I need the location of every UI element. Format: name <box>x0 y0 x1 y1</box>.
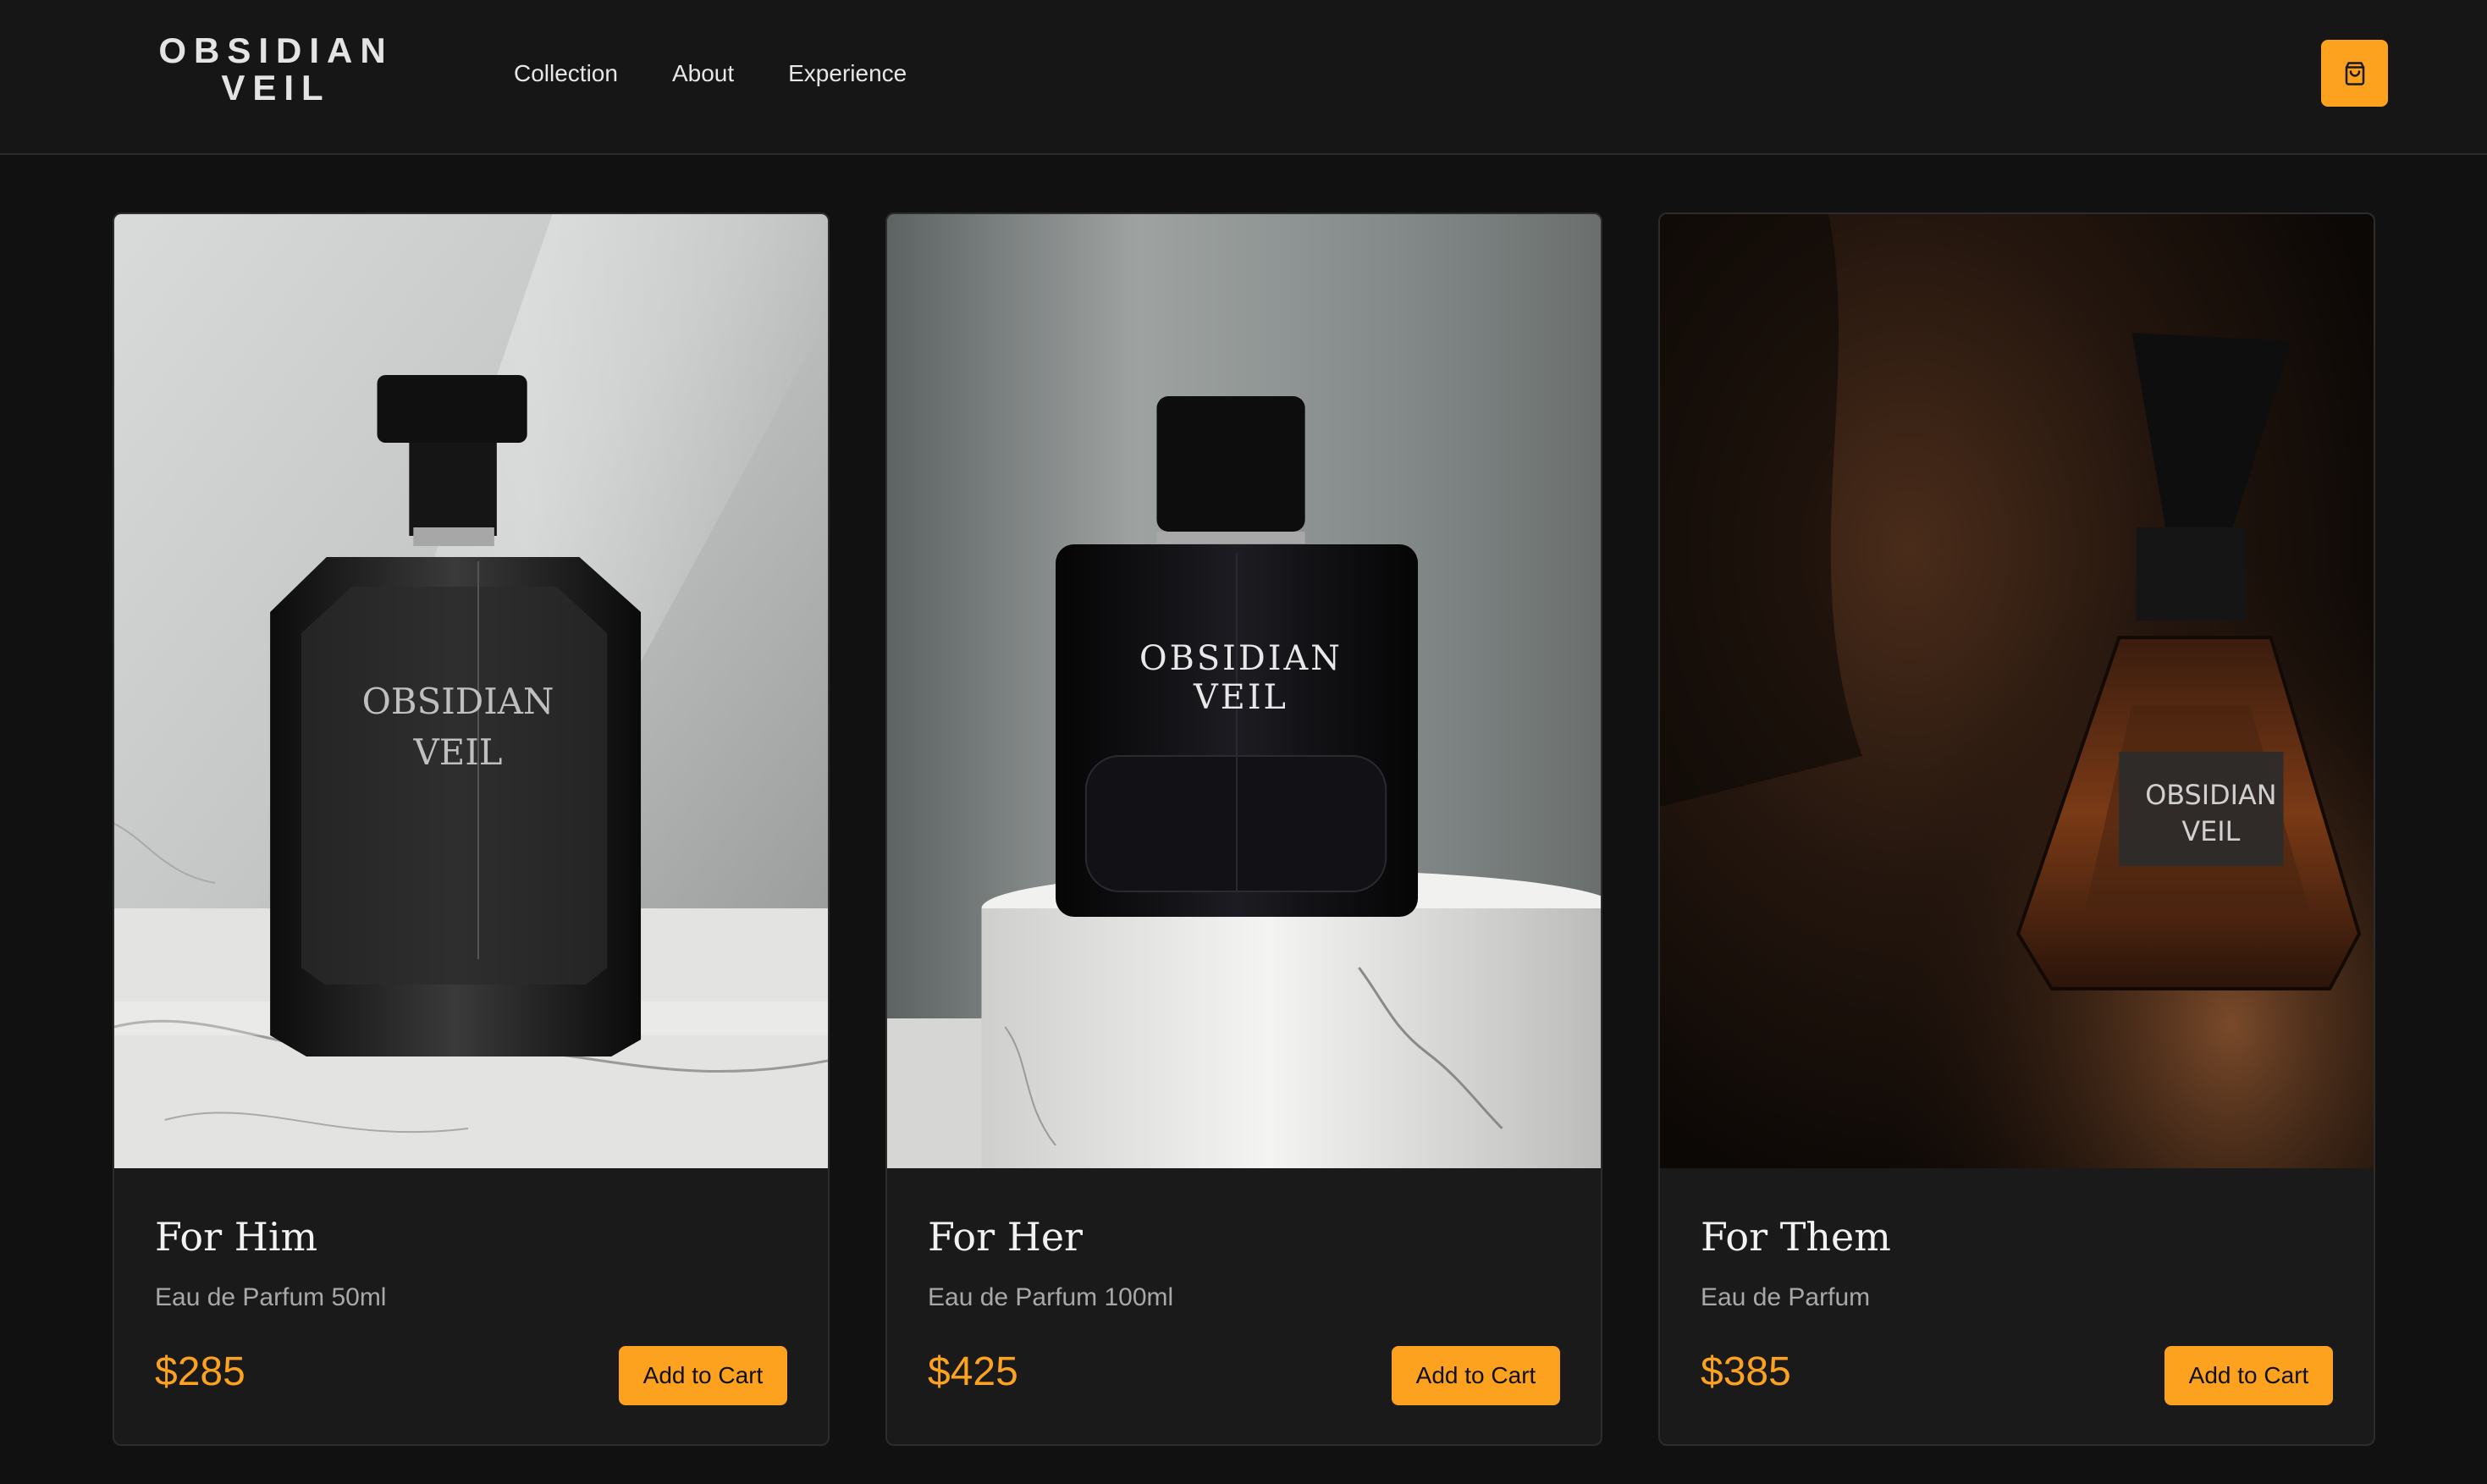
add-to-cart-button[interactable]: Add to Cart <box>2164 1346 2333 1405</box>
product-subtitle: Eau de Parfum 100ml <box>928 1283 1174 1311</box>
svg-text:VEIL: VEIL <box>413 731 503 773</box>
product-title: For Him <box>155 1214 318 1260</box>
brand-logo[interactable]: OBSIDIAN VEIL <box>157 32 394 107</box>
svg-text:VEIL: VEIL <box>2181 815 2240 847</box>
svg-text:OBSIDIAN: OBSIDIAN <box>2145 779 2276 811</box>
nav-link-collection[interactable]: Collection <box>514 59 618 88</box>
product-subtitle: Eau de Parfum 50ml <box>155 1283 387 1311</box>
product-image-for-them[interactable]: OBSIDIAN VEIL <box>1660 214 2374 1168</box>
site-header: OBSIDIAN VEIL Collection About Experienc… <box>0 0 2487 155</box>
svg-text:OBSIDIAN: OBSIDIAN <box>362 681 554 722</box>
cart-button[interactable] <box>2321 40 2388 107</box>
product-card-for-him: OBSIDIAN VEIL For Him Eau de Parfum 50ml… <box>113 212 830 1446</box>
product-info: For Them Eau de Parfum $385 Add to Cart <box>1701 1168 2333 1444</box>
shopping-bag-icon <box>2345 61 2364 86</box>
nav-link-about[interactable]: About <box>672 59 734 88</box>
product-image-for-him[interactable]: OBSIDIAN VEIL <box>114 214 828 1168</box>
product-price: $285 <box>155 1349 245 1394</box>
brand-logo-line-2: VEIL <box>221 68 331 108</box>
svg-text:VEIL: VEIL <box>1193 678 1288 717</box>
svg-text:OBSIDIAN: OBSIDIAN <box>1139 639 1343 678</box>
product-info: For Her Eau de Parfum 100ml $425 Add to … <box>928 1168 1560 1444</box>
add-to-cart-button[interactable]: Add to Cart <box>1392 1346 1560 1405</box>
product-title: For Them <box>1701 1214 1891 1260</box>
add-to-cart-button[interactable]: Add to Cart <box>619 1346 787 1405</box>
main-nav: Collection About Experience <box>514 59 907 88</box>
perfume-bottle-illustration: OBSIDIAN VEIL <box>887 214 1601 1168</box>
product-price: $425 <box>928 1349 1018 1394</box>
product-subtitle: Eau de Parfum <box>1701 1283 1871 1311</box>
product-title: For Her <box>928 1214 1084 1260</box>
product-image-for-her[interactable]: OBSIDIAN VEIL <box>887 214 1601 1168</box>
brand-logo-line-1: OBSIDIAN <box>158 30 394 70</box>
product-card-for-them: OBSIDIAN VEIL For Them Eau de Parfum $38… <box>1658 212 2375 1446</box>
product-grid: OBSIDIAN VEIL For Him Eau de Parfum 50ml… <box>113 212 2375 1446</box>
product-info: For Him Eau de Parfum 50ml $285 Add to C… <box>155 1168 787 1444</box>
nav-link-experience[interactable]: Experience <box>788 59 907 88</box>
product-price: $385 <box>1701 1349 1791 1394</box>
product-card-for-her: OBSIDIAN VEIL For Her Eau de Parfum 100m… <box>885 212 1602 1446</box>
perfume-bottle-illustration: OBSIDIAN VEIL <box>114 214 828 1168</box>
perfume-bottle-illustration: OBSIDIAN VEIL <box>1660 214 2374 1168</box>
